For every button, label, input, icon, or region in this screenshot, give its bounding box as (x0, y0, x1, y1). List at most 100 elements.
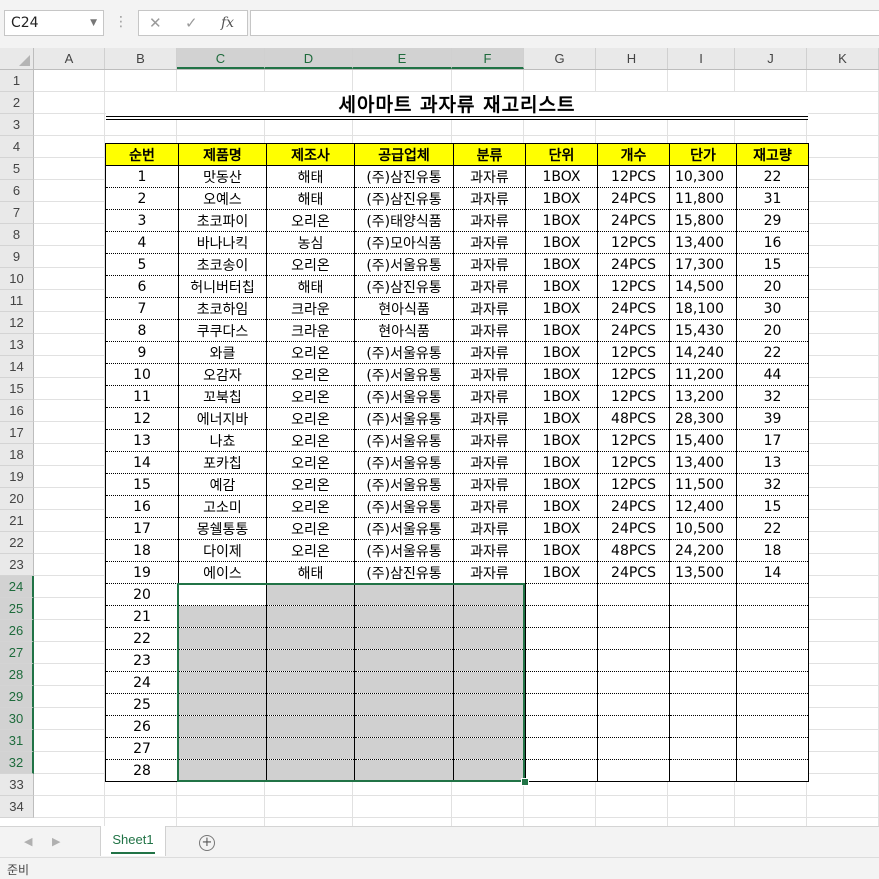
table-cell[interactable]: 바나나킥 (178, 231, 267, 254)
table-cell[interactable] (266, 627, 355, 650)
table-cell[interactable]: 과자류 (453, 319, 526, 342)
table-cell[interactable]: 24 (105, 671, 179, 694)
table-cell[interactable] (354, 583, 454, 606)
table-cell[interactable] (525, 605, 598, 628)
table-cell[interactable] (669, 759, 737, 782)
table-cell[interactable]: 과자류 (453, 341, 526, 364)
table-cell[interactable]: 과자류 (453, 363, 526, 386)
table-cell[interactable] (354, 649, 454, 672)
column-header-i[interactable]: I (668, 48, 735, 69)
column-header-g[interactable]: G (524, 48, 596, 69)
table-cell[interactable]: 24PCS (597, 319, 670, 342)
tab-sheet1[interactable]: Sheet1 (100, 826, 166, 856)
table-cell[interactable] (266, 649, 355, 672)
table-cell[interactable]: 20 (105, 583, 179, 606)
table-cell[interactable]: 과자류 (453, 429, 526, 452)
table-cell[interactable]: 꼬북칩 (178, 385, 267, 408)
column-title[interactable]: 순번 (105, 143, 179, 166)
column-title[interactable]: 단가 (669, 143, 737, 166)
table-cell[interactable]: (주)모아식품 (354, 231, 454, 254)
table-cell[interactable]: 13,400 (669, 231, 737, 254)
table-cell[interactable] (597, 649, 670, 672)
table-cell[interactable] (354, 715, 454, 738)
table-cell[interactable] (736, 737, 809, 760)
table-cell[interactable]: 24PCS (597, 297, 670, 320)
column-title[interactable]: 재고량 (736, 143, 809, 166)
table-cell[interactable]: 1BOX (525, 275, 598, 298)
row-header-11[interactable]: 11 (0, 290, 34, 312)
table-cell[interactable] (597, 583, 670, 606)
table-cell[interactable]: 11 (105, 385, 179, 408)
table-cell[interactable]: 다이제 (178, 539, 267, 562)
table-cell[interactable]: 9 (105, 341, 179, 364)
table-cell[interactable] (266, 715, 355, 738)
table-cell[interactable]: 예감 (178, 473, 267, 496)
table-cell[interactable]: 1BOX (525, 165, 598, 188)
table-cell[interactable] (178, 649, 267, 672)
table-cell[interactable] (354, 737, 454, 760)
table-cell[interactable]: 20 (736, 275, 809, 298)
table-cell[interactable]: 과자류 (453, 275, 526, 298)
table-cell[interactable]: 24PCS (597, 209, 670, 232)
table-cell[interactable]: 18 (105, 539, 179, 562)
table-cell[interactable] (597, 693, 670, 716)
table-cell[interactable] (453, 627, 526, 650)
row-header-30[interactable]: 30 (0, 708, 34, 730)
table-cell[interactable]: 과자류 (453, 495, 526, 518)
row-header-13[interactable]: 13 (0, 334, 34, 356)
table-cell[interactable]: 오리온 (266, 517, 355, 540)
table-cell[interactable]: 오리온 (266, 341, 355, 364)
row-header-27[interactable]: 27 (0, 642, 34, 664)
row-header-12[interactable]: 12 (0, 312, 34, 334)
table-cell[interactable] (525, 759, 598, 782)
table-cell[interactable]: 24PCS (597, 561, 670, 584)
table-cell[interactable]: 44 (736, 363, 809, 386)
table-cell[interactable]: 오리온 (266, 407, 355, 430)
table-cell[interactable]: 48PCS (597, 539, 670, 562)
table-cell[interactable]: 오리온 (266, 209, 355, 232)
table-cell[interactable]: 과자류 (453, 209, 526, 232)
table-cell[interactable] (178, 759, 267, 782)
table-cell[interactable]: (주)삼진유통 (354, 275, 454, 298)
table-cell[interactable]: 맛동산 (178, 165, 267, 188)
table-cell[interactable]: 15 (736, 495, 809, 518)
table-cell[interactable]: 나쵸 (178, 429, 267, 452)
table-cell[interactable] (266, 737, 355, 760)
select-all-button[interactable] (0, 48, 34, 69)
table-cell[interactable]: 초코송이 (178, 253, 267, 276)
row-header-24[interactable]: 24 (0, 576, 34, 598)
table-cell[interactable]: 15,800 (669, 209, 737, 232)
table-cell[interactable] (525, 671, 598, 694)
column-header-h[interactable]: H (596, 48, 668, 69)
table-cell[interactable]: 17 (736, 429, 809, 452)
table-cell[interactable]: 농심 (266, 231, 355, 254)
nav-prev-icon[interactable]: ◀ (24, 835, 32, 848)
table-cell[interactable]: (주)삼진유통 (354, 561, 454, 584)
column-title[interactable]: 분류 (453, 143, 526, 166)
table-cell[interactable]: 13,200 (669, 385, 737, 408)
table-cell[interactable] (669, 715, 737, 738)
table-cell[interactable] (453, 759, 526, 782)
table-cell[interactable]: 24,200 (669, 539, 737, 562)
table-cell[interactable]: 24PCS (597, 517, 670, 540)
row-header-34[interactable]: 34 (0, 796, 34, 818)
row-header-20[interactable]: 20 (0, 488, 34, 510)
table-cell[interactable]: 22 (736, 517, 809, 540)
table-cell[interactable]: 과자류 (453, 187, 526, 210)
table-cell[interactable]: 오예스 (178, 187, 267, 210)
column-header-j[interactable]: J (735, 48, 807, 69)
table-cell[interactable] (354, 605, 454, 628)
table-cell[interactable]: 1BOX (525, 319, 598, 342)
table-cell[interactable]: (주)서울유통 (354, 407, 454, 430)
table-cell[interactable] (266, 583, 355, 606)
table-cell[interactable]: 26 (105, 715, 179, 738)
row-header-17[interactable]: 17 (0, 422, 34, 444)
table-cell[interactable]: 15,400 (669, 429, 737, 452)
table-cell[interactable] (178, 605, 267, 628)
table-cell[interactable] (453, 693, 526, 716)
table-cell[interactable]: 과자류 (453, 539, 526, 562)
table-cell[interactable]: 13 (105, 429, 179, 452)
column-header-b[interactable]: B (105, 48, 177, 69)
column-header-e[interactable]: E (353, 48, 452, 69)
table-cell[interactable]: (주)서울유통 (354, 517, 454, 540)
